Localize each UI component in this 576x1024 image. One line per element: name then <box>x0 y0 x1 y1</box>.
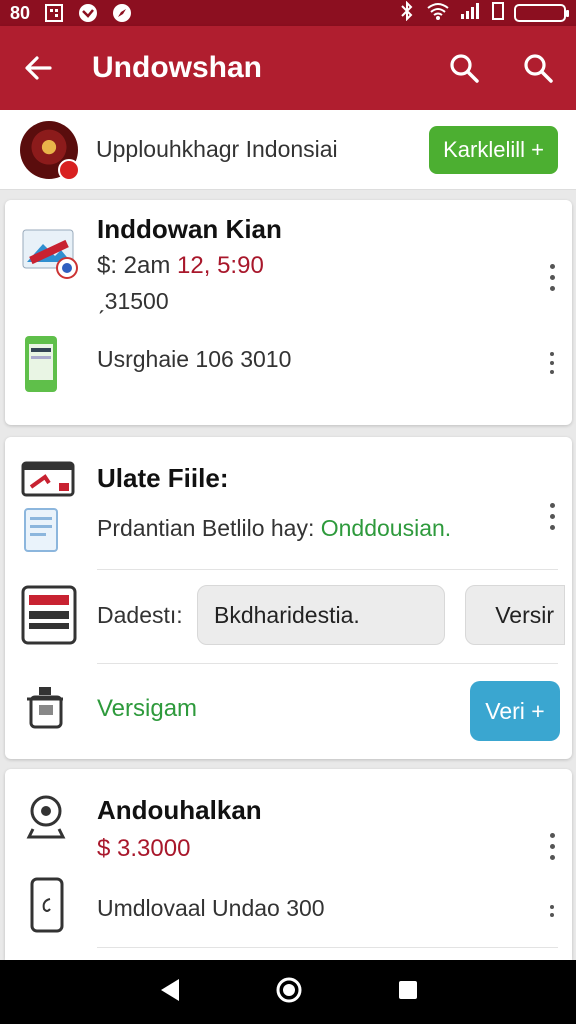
recents-square-icon[interactable] <box>397 979 419 1006</box>
qr-icon <box>44 3 64 23</box>
system-nav-bar <box>0 960 576 1024</box>
shield-icon <box>78 3 98 23</box>
product-card: Andouhalkan $ 3.3000 Umdlovaal Undao 300 <box>5 769 572 960</box>
sim-icon <box>492 1 504 25</box>
row-text: Usrghaie 106 3010 <box>97 346 292 372</box>
emblem-logo <box>20 120 80 181</box>
app-bar: Undowshan <box>0 26 576 110</box>
signal-icon <box>460 2 482 25</box>
more-menu-icon[interactable] <box>546 833 558 860</box>
card-title: Ulate Fiile: <box>97 463 229 493</box>
header-banner: Upplouhkhagr Indonsiai Karklelill + <box>0 110 576 190</box>
verify-button[interactable]: Veri + <box>470 681 560 741</box>
more-menu-icon[interactable] <box>546 503 558 530</box>
status-time: 80 <box>10 2 31 23</box>
card-title: Andouhalkan <box>97 795 262 825</box>
smartphone-icon <box>29 877 65 938</box>
badge-icon <box>58 158 80 181</box>
search-icon[interactable] <box>444 48 484 88</box>
home-circle-icon[interactable] <box>275 976 303 1009</box>
status-bar: 80 <box>0 0 576 26</box>
expand-icon[interactable] <box>546 905 558 917</box>
divider <box>97 569 558 570</box>
card-title: Inddowan Kian <box>97 214 282 244</box>
more-menu-icon[interactable] <box>546 352 558 374</box>
compass-icon <box>112 3 132 23</box>
webcam-icon <box>21 791 71 846</box>
card-subtext: ˏ31500 <box>97 288 169 314</box>
description-line: Prdantian Betlilo hay: Onddousian. <box>97 515 452 541</box>
field-label: Dadestı: <box>97 602 183 628</box>
row-text: Umdlovaal Undao 300 <box>97 895 325 921</box>
cooker-icon <box>21 683 69 736</box>
bluetooth-icon <box>398 0 416 26</box>
picture-icon <box>21 224 81 285</box>
price-line: $: 2am 12, 5:90 <box>97 252 264 279</box>
phone-app-icon <box>21 334 61 401</box>
add-button[interactable]: Karklelill + <box>429 125 558 174</box>
more-menu-icon[interactable] <box>546 264 558 291</box>
product-card: Inddowan Kian $: 2am 12, 5:90 ˏ31500 Usr… <box>5 200 572 425</box>
value-field[interactable]: Bkdharidestia. <box>197 585 445 645</box>
status-label: Versigam <box>97 695 198 722</box>
battery-icon <box>514 4 569 22</box>
banner-text: Upplouhkhagr Indonsiai <box>96 136 338 162</box>
version-field[interactable]: Versir <box>465 585 565 645</box>
divider <box>97 663 558 664</box>
wifi-icon <box>426 2 450 25</box>
laptop-icon <box>21 461 77 506</box>
back-triangle-icon[interactable] <box>157 977 181 1008</box>
document-icon <box>21 505 61 560</box>
search-icon[interactable] <box>518 48 558 88</box>
keyboard-icon <box>21 585 77 650</box>
page-title: Undowshan <box>92 51 262 84</box>
file-update-card: Ulate Fiile: Prdantian Betlilo hay: Ondd… <box>5 437 572 759</box>
divider <box>97 947 558 948</box>
price-line: $ 3.3000 <box>97 835 191 862</box>
back-arrow-icon[interactable] <box>18 48 58 88</box>
